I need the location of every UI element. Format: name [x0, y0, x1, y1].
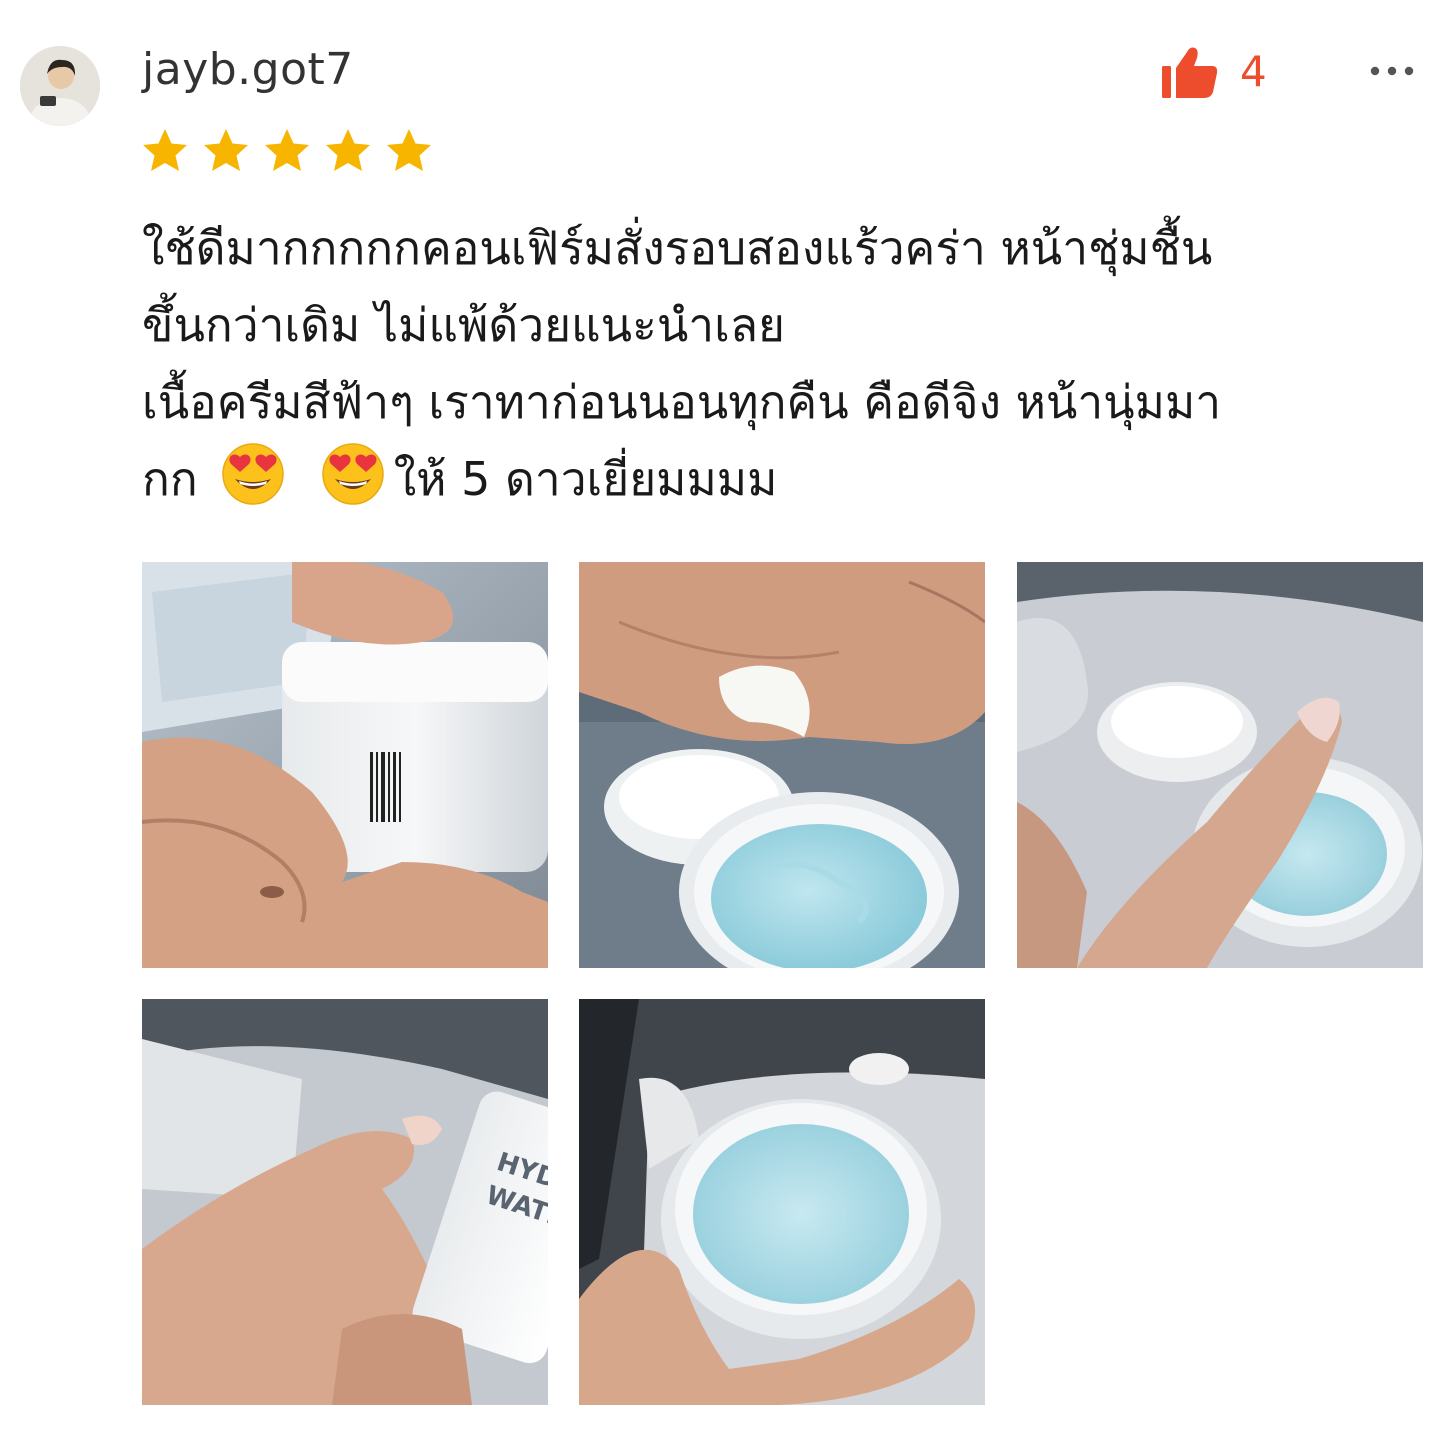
star-icon [326, 129, 370, 171]
heart-eyes-emoji [321, 443, 384, 505]
like-button[interactable]: 4 [1160, 42, 1267, 102]
review-photo[interactable] [579, 999, 985, 1405]
comment-line-last: กก ให้ 5 ดาวเยี่ยมมมม [142, 441, 1402, 518]
star-icon [387, 129, 431, 171]
star-icon [143, 129, 187, 171]
review-photo[interactable]: HYDRA WATER [142, 999, 548, 1405]
comment-line: ใช้ดีมากกกกกคอนเฟิร์มสั่งรอบสองแร้วคร่า … [142, 221, 1213, 275]
star-rating [140, 126, 434, 176]
star-icon [204, 129, 248, 171]
like-count: 4 [1240, 47, 1267, 96]
review-photo[interactable] [1017, 562, 1423, 968]
comment-fragment: กก [142, 452, 198, 506]
star-icon [265, 129, 309, 171]
comment-fragment: ให้ 5 ดาวเยี่ยมมมม [393, 452, 778, 506]
username[interactable]: jayb.got7 [142, 40, 354, 100]
comment-line: ขึ้นกว่าเดิม ไม่แพ้ด้วยแนะนำเลย [142, 298, 785, 352]
heart-eyes-emoji [221, 443, 284, 505]
more-dots-icon[interactable] [1368, 56, 1416, 86]
avatar[interactable] [20, 46, 100, 126]
comment-line: เนื้อครีมสีฟ้าๆ เราทาก่อนนอนทุกคืน คือดี… [142, 375, 1222, 429]
review-comment: ใช้ดีมากกกกกคอนเฟิร์มสั่งรอบสองแร้วคร่า … [142, 210, 1402, 518]
review-photo[interactable] [579, 562, 985, 968]
review-photo[interactable] [142, 562, 548, 968]
thumbs-up-icon [1162, 47, 1218, 98]
